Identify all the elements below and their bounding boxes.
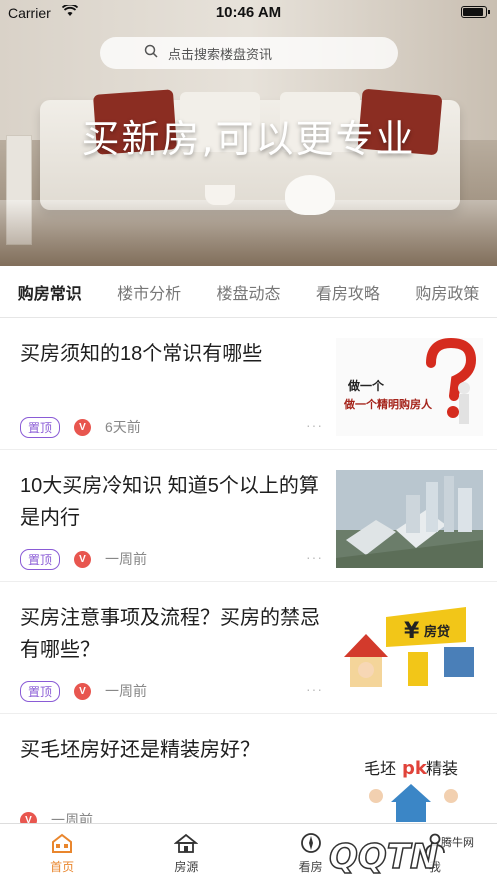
tab-viewing-guide[interactable]: 看房攻略	[298, 280, 397, 304]
pinned-badge: 置顶	[20, 680, 61, 702]
battery-icon	[461, 6, 490, 18]
article-meta: 置顶 V 一周前	[20, 680, 148, 702]
thumb-caption: 房贷	[424, 624, 450, 640]
hero-cup	[205, 185, 235, 205]
hero-table	[0, 200, 497, 266]
house-icon	[174, 833, 199, 853]
more-icon[interactable]: ···	[306, 549, 323, 565]
hero-slogan: 买新房,可以更专业	[81, 117, 416, 161]
search-icon	[144, 44, 158, 58]
pinned-badge: 置顶	[20, 548, 61, 570]
verified-v-icon: V	[74, 418, 92, 436]
tab-project-news[interactable]: 楼盘动态	[199, 280, 298, 304]
tab-listings-label: 房源	[174, 860, 199, 874]
status-bar: Carrier 10:46 AM	[0, 0, 497, 26]
hero-teapot	[285, 175, 335, 215]
compass-icon	[300, 833, 321, 853]
article-item[interactable]: 买房须知的18个常识有哪些 置顶 V 6天前 ··· 做一个 做一个精明购房人	[0, 318, 497, 450]
search-placeholder: 点击搜索楼盘资讯	[168, 46, 273, 62]
thumb-caption-mid: pk	[402, 758, 428, 779]
article-thumbnail: ¥ 房贷	[336, 602, 483, 700]
article-item[interactable]: 买毛坯房好还是精装房好？ V 一周前 毛坯 pk 精装	[0, 714, 497, 829]
thumb-caption: 做一个精明购房人	[343, 397, 433, 411]
article-thumbnail: 做一个 做一个精明购房人	[336, 338, 483, 436]
pinned-badge: 置顶	[20, 416, 61, 438]
watermark-text: QQTN	[329, 837, 438, 877]
svg-text:做一个: 做一个	[347, 378, 385, 393]
tab-listings[interactable]: 房源	[124, 824, 248, 883]
more-icon[interactable]: ···	[306, 417, 323, 433]
tab-viewing-label: 看房	[298, 860, 323, 874]
tab-home[interactable]: 首页	[0, 824, 124, 883]
thumb-caption-left: 毛坯	[364, 759, 396, 778]
watermark-logo: QQTN 腾牛网	[321, 830, 491, 880]
tab-policy[interactable]: 购房政策	[398, 280, 497, 304]
article-thumbnail	[336, 470, 483, 568]
article-time: 6天前	[105, 419, 141, 435]
article-title: 买房须知的18个常识有哪些	[20, 343, 263, 365]
watermark-subtext: 腾牛网	[441, 835, 474, 849]
svg-text:¥: ¥	[404, 619, 420, 644]
status-time: 10:46 AM	[215, 4, 282, 21]
article-meta: 置顶 V 6天前	[20, 416, 141, 438]
article-item[interactable]: 买房注意事项及流程？买房的禁忌有哪些？ 置顶 V 一周前 ··· ¥ 房贷	[0, 582, 497, 714]
category-tabs: 购房常识 楼市分析 楼盘动态 看房攻略 购房政策	[0, 266, 497, 318]
article-thumbnail: 毛坯 pk 精装	[336, 734, 483, 824]
article-time: 一周前	[105, 683, 148, 699]
verified-v-icon: V	[74, 682, 92, 700]
tab-buying-knowledge[interactable]: 购房常识	[0, 280, 99, 304]
home-icon	[52, 833, 73, 853]
article-item[interactable]: 10大买房冷知识 知道5个以上的算是内行 置顶 V 一周前 ···	[0, 450, 497, 582]
article-title: 10大买房冷知识 知道5个以上的算是内行	[20, 475, 319, 529]
more-icon[interactable]: ···	[306, 681, 323, 697]
verified-v-icon: V	[74, 550, 92, 568]
tab-market-analysis[interactable]: 楼市分析	[99, 280, 198, 304]
tab-home-label: 首页	[50, 860, 75, 874]
article-time: 一周前	[105, 551, 148, 567]
article-title: 买房注意事项及流程？买房的禁忌有哪些？	[20, 607, 320, 661]
thumb-caption-right: 精装	[426, 759, 458, 778]
search-bar[interactable]: 点击搜索楼盘资讯	[100, 37, 398, 69]
article-title: 买毛坯房好还是精装房好？	[20, 739, 260, 761]
article-meta: 置顶 V 一周前	[20, 548, 148, 570]
